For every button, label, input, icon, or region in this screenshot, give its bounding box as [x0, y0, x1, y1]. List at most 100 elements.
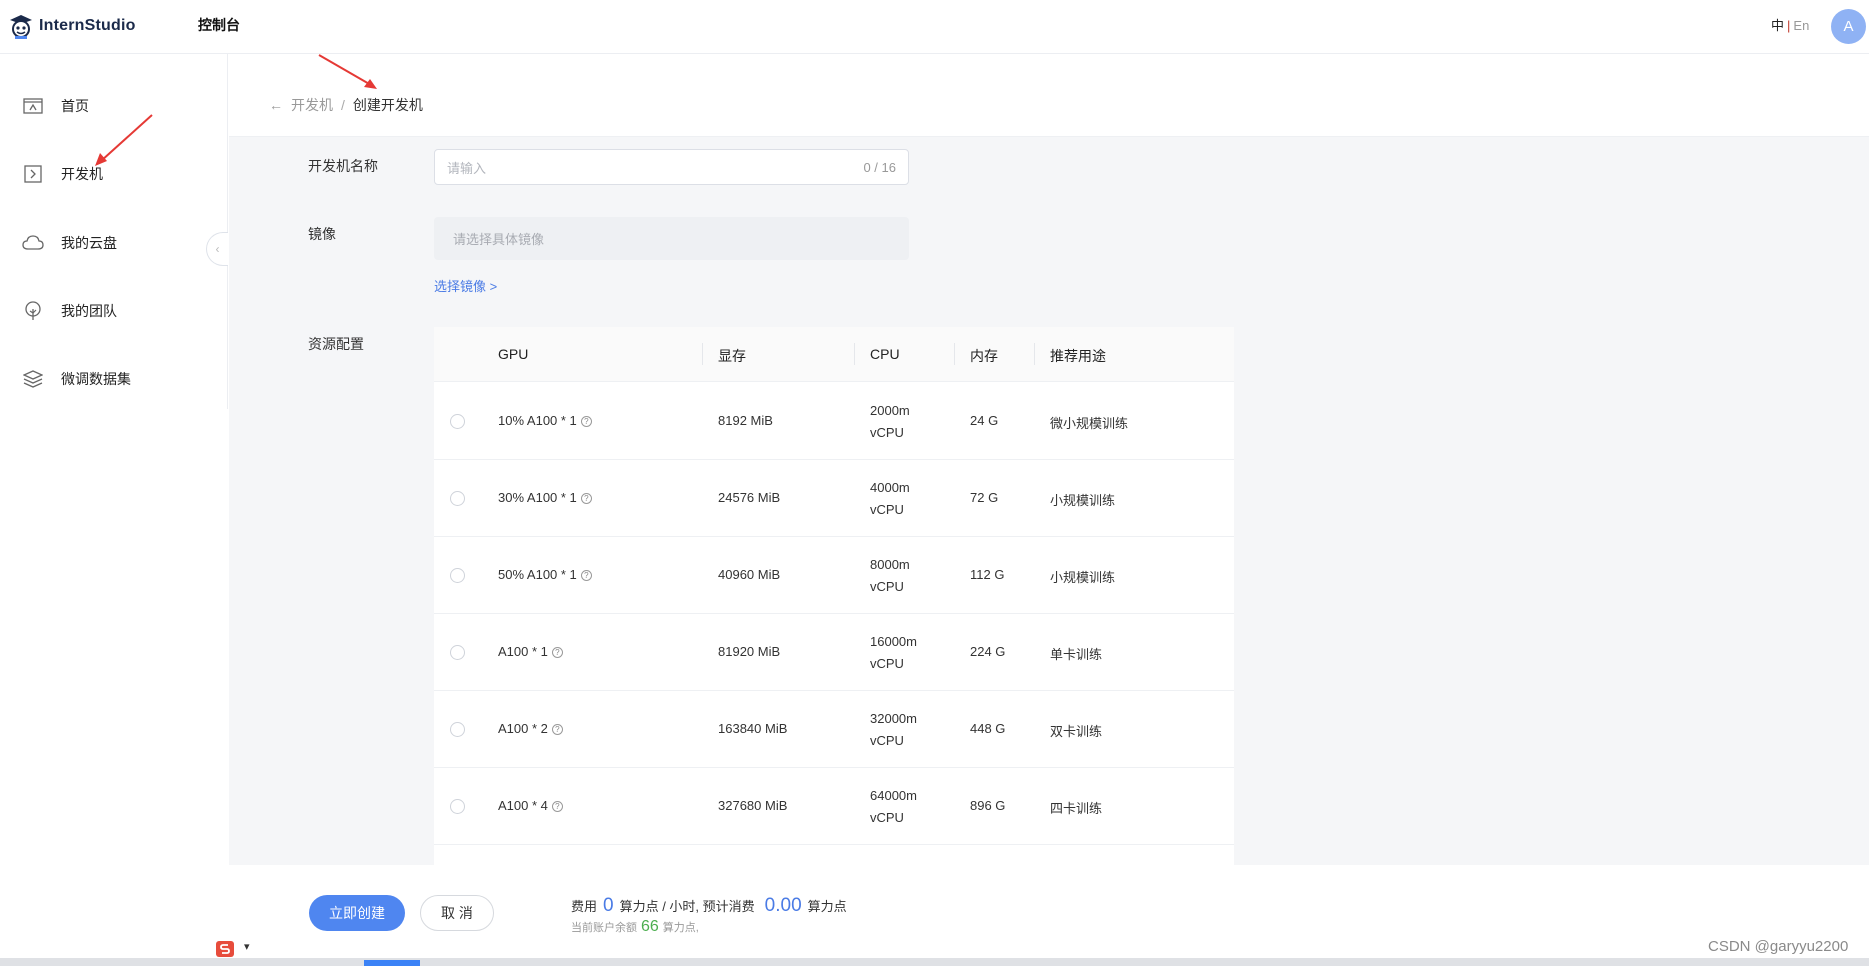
- balance-summary: 当前账户余额 66 算力点,: [571, 918, 699, 936]
- fee-value: 0: [603, 895, 614, 916]
- gpu-value: 30% A100 * 1: [498, 490, 577, 505]
- cpu-cores: 32000m: [870, 711, 917, 726]
- table-row[interactable]: A100 * 1? 81920 MiB 16000m vCPU 224 G 单卡训…: [434, 614, 1234, 691]
- cancel-button[interactable]: 取 消: [420, 895, 494, 931]
- cell-gpu: A100 * 4?: [498, 798, 563, 813]
- help-icon[interactable]: ?: [580, 416, 592, 428]
- balance-value: 66: [641, 918, 659, 935]
- row-radio[interactable]: [450, 645, 465, 660]
- gpu-value: A100 * 4: [498, 798, 548, 813]
- header-ram: 内存: [970, 348, 998, 364]
- image-placeholder: 请选择具体镜像: [453, 232, 545, 247]
- cell-memory: 163840 MiB: [718, 721, 788, 736]
- sidebar-item-devmachine[interactable]: 开发机: [22, 162, 103, 186]
- tree-icon: [22, 300, 44, 322]
- row-radio[interactable]: [450, 491, 465, 506]
- row-radio[interactable]: [450, 722, 465, 737]
- cell-usage: 小规模训练: [1050, 493, 1116, 508]
- strip-segment: [364, 960, 420, 966]
- avatar[interactable]: A: [1831, 9, 1866, 44]
- sidebar-item-label: 我的云盘: [61, 235, 117, 251]
- lang-other[interactable]: En: [1793, 18, 1809, 33]
- logo-text: InternStudio: [39, 17, 136, 34]
- gpu-value: A100 * 2: [498, 721, 548, 736]
- sidebar: 首页 开发机 我的云盘 我的团队 微调数据集: [0, 54, 228, 409]
- cpu-cores: 2000m: [870, 403, 910, 418]
- column-divider: [1034, 343, 1035, 365]
- cell-gpu: 30% A100 * 1?: [498, 490, 592, 505]
- console-title[interactable]: 控制台: [198, 15, 240, 35]
- language-switch[interactable]: 中 | En: [1771, 15, 1809, 34]
- cell-cpu: 8000m vCPU: [870, 554, 940, 598]
- help-icon[interactable]: ?: [551, 724, 563, 736]
- cell-ram: 24 G: [970, 413, 999, 428]
- fee-label: 费用: [571, 899, 598, 914]
- help-icon[interactable]: ?: [580, 493, 592, 505]
- cpu-unit: vCPU: [870, 425, 904, 440]
- table-row[interactable]: 50% A100 * 1? 40960 MiB 8000m vCPU 112 G …: [434, 537, 1234, 614]
- column-divider: [702, 343, 703, 365]
- column-divider: [854, 343, 855, 365]
- bottom-scrollbar-strip: [0, 958, 1869, 966]
- cpu-cores: 64000m: [870, 788, 917, 803]
- table-header: GPU 显存 CPU 内存 推荐用途: [434, 327, 1234, 382]
- table-row[interactable]: A100 * 2? 163840 MiB 32000m vCPU 448 G 双卡…: [434, 691, 1234, 768]
- cell-usage: 单卡训练: [1050, 647, 1103, 662]
- cloud-icon: [22, 232, 44, 254]
- top-bar: InternStudio 控制台 中 | En A: [0, 0, 1869, 54]
- gpu-value: A100 * 1: [498, 644, 548, 659]
- sidebar-item-team[interactable]: 我的团队: [22, 299, 117, 323]
- breadcrumb-parent[interactable]: 开发机: [291, 95, 333, 115]
- gpu-value: 10% A100 * 1: [498, 413, 577, 428]
- ime-icon[interactable]: [216, 940, 236, 958]
- image-select[interactable]: 请选择具体镜像: [434, 217, 909, 260]
- help-icon[interactable]: ?: [580, 570, 592, 582]
- resource-label: 资源配置: [308, 336, 364, 352]
- back-arrow-icon[interactable]: ←: [269, 97, 283, 113]
- layers-icon: [22, 368, 44, 390]
- cell-memory: 40960 MiB: [718, 567, 781, 582]
- total-unit: 算力点: [807, 899, 847, 914]
- help-icon[interactable]: ?: [551, 647, 563, 659]
- cpu-cores: 16000m: [870, 634, 917, 649]
- cost-summary: 费用 0 算力点 / 小时, 预计消费 0.00 算力点: [571, 895, 847, 917]
- resource-table: GPU 显存 CPU 内存 推荐用途 10% A100 * 1? 8192 Mi…: [434, 327, 1234, 865]
- create-now-button[interactable]: 立即创建: [309, 895, 405, 931]
- row-radio[interactable]: [450, 568, 465, 583]
- breadcrumb-bar: ← 开发机 / 创建开发机: [229, 55, 1869, 137]
- machine-name-input[interactable]: 请输入 0 / 16: [434, 149, 909, 185]
- table-row[interactable]: 10% A100 * 1? 8192 MiB 2000m vCPU 24 G 微小…: [434, 383, 1234, 460]
- header-usage: 推荐用途: [1050, 348, 1106, 364]
- cpu-cores: 8000m: [870, 557, 910, 572]
- row-radio[interactable]: [450, 414, 465, 429]
- help-icon[interactable]: ?: [551, 801, 563, 813]
- name-placeholder: 请输入: [447, 160, 487, 176]
- cell-memory: 327680 MiB: [718, 798, 788, 813]
- cell-ram: 224 G: [970, 644, 1006, 659]
- cell-memory: 24576 MiB: [718, 490, 781, 505]
- table-row[interactable]: 30% A100 * 1? 24576 MiB 4000m vCPU 72 G 小…: [434, 460, 1234, 537]
- select-image-link[interactable]: 选择镜像 >: [434, 276, 497, 295]
- cell-gpu: A100 * 1?: [498, 644, 563, 659]
- cell-usage: 小规模训练: [1050, 570, 1116, 585]
- lang-current[interactable]: 中: [1771, 18, 1784, 33]
- logo-mascot-icon: [10, 15, 32, 39]
- cell-memory: 8192 MiB: [718, 413, 773, 428]
- sidebar-item-home[interactable]: 首页: [22, 94, 89, 118]
- table-row[interactable]: A100 * 4? 327680 MiB 64000m vCPU 896 G 四卡…: [434, 768, 1234, 845]
- row-radio[interactable]: [450, 799, 465, 814]
- name-char-counter: 0 / 16: [863, 159, 896, 175]
- sidebar-item-finetune-dataset[interactable]: 微调数据集: [22, 367, 131, 391]
- fee-unit: 算力点 / 小时, 预计消费: [619, 899, 755, 914]
- header-gpu: GPU: [498, 346, 529, 362]
- logo[interactable]: InternStudio: [6, 10, 136, 42]
- ime-dropdown-icon[interactable]: ▾: [244, 940, 250, 953]
- sidebar-item-label: 首页: [61, 98, 89, 114]
- total-value: 0.00: [764, 895, 802, 916]
- cpu-unit: vCPU: [870, 810, 904, 825]
- lang-separator: |: [1787, 18, 1791, 33]
- sidebar-item-cloud-disk[interactable]: 我的云盘: [22, 231, 117, 255]
- name-label: 开发机名称: [308, 158, 378, 174]
- cell-cpu: 2000m vCPU: [870, 400, 940, 444]
- header-memory: 显存: [718, 348, 746, 364]
